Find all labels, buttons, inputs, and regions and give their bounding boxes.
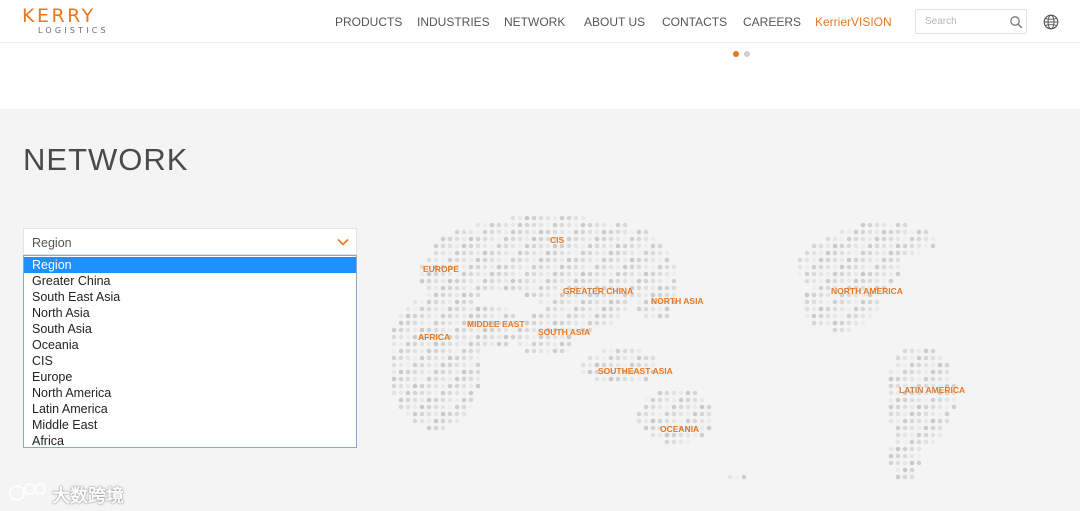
nav-item-about-us[interactable]: ABOUT US: [584, 15, 645, 29]
region-option-region[interactable]: Region: [24, 257, 356, 273]
network-section: NETWORK Region Region Greater China Sout…: [0, 109, 1080, 511]
kerry-logistics-logo[interactable]: KERRY LOGISTICS: [22, 5, 128, 35]
map-label-north-asia[interactable]: NORTH ASIA: [651, 296, 704, 306]
region-option-middle-east[interactable]: Middle East: [24, 417, 356, 433]
region-option-latin-america[interactable]: Latin America: [24, 401, 356, 417]
region-option-oceania[interactable]: Oceania: [24, 337, 356, 353]
nav-item-careers[interactable]: CAREERS: [743, 15, 801, 29]
site-header: KERRY LOGISTICS PRODUCTS INDUSTRIES NETW…: [0, 0, 1080, 43]
region-option-africa[interactable]: Africa: [24, 433, 356, 449]
carousel-dot-2[interactable]: [744, 51, 750, 57]
map-label-cis[interactable]: CIS: [550, 235, 565, 245]
carousel-dot-1[interactable]: [733, 51, 739, 57]
map-label-greater-china[interactable]: GREATER CHINA: [563, 286, 633, 296]
map-label-south-asia[interactable]: SOUTH ASIA: [538, 327, 590, 337]
region-option-cis[interactable]: CIS: [24, 353, 356, 369]
region-option-north-asia[interactable]: North Asia: [24, 305, 356, 321]
search-icon[interactable]: [1009, 15, 1023, 29]
nav-item-industries[interactable]: INDUSTRIES: [417, 15, 490, 29]
map-label-africa[interactable]: AFRICA: [418, 332, 450, 342]
region-option-south-east-asia[interactable]: South East Asia: [24, 289, 356, 305]
watermark-logo-icon: [8, 483, 46, 502]
section-title: NETWORK: [23, 142, 189, 177]
region-option-greater-china[interactable]: Greater China: [24, 273, 356, 289]
map-label-north-america[interactable]: NORTH AMERICA: [831, 286, 903, 296]
search-input[interactable]: [917, 11, 1005, 32]
search-box: [915, 9, 1027, 34]
globe-icon[interactable]: [1043, 14, 1059, 30]
region-select-value: Region: [32, 236, 72, 250]
nav-item-network[interactable]: NETWORK: [504, 15, 565, 29]
map-label-europe[interactable]: EUROPE: [423, 264, 459, 274]
nav-item-contacts[interactable]: CONTACTS: [662, 15, 727, 29]
world-network-map: CIS EUROPE GREATER CHINA NORTH ASIA MIDD…: [391, 215, 965, 480]
nav-item-products[interactable]: PRODUCTS: [335, 15, 402, 29]
watermark-text: 大数跨境: [52, 486, 124, 506]
region-dropdown-list: Region Greater China South East Asia Nor…: [23, 255, 357, 448]
watermark: 大数跨境: [8, 478, 148, 506]
map-dots: [391, 215, 957, 480]
logo-wordmark: KERRY: [22, 5, 96, 27]
map-label-latin-america[interactable]: LATIN AMERICA: [899, 385, 965, 395]
region-option-south-asia[interactable]: South Asia: [24, 321, 356, 337]
region-option-europe[interactable]: Europe: [24, 369, 356, 385]
chevron-down-icon: [337, 238, 349, 246]
region-option-north-america[interactable]: North America: [24, 385, 356, 401]
map-label-southeast-asia[interactable]: SOUTHEAST ASIA: [598, 366, 673, 376]
logo-subtitle: LOGISTICS: [38, 26, 109, 35]
map-label-oceania[interactable]: OCEANIA: [660, 424, 699, 434]
region-select[interactable]: Region: [23, 228, 357, 255]
nav-item-kerriervision[interactable]: KerrierVISION: [815, 15, 892, 29]
map-label-middle-east[interactable]: MIDDLE EAST: [467, 319, 525, 329]
